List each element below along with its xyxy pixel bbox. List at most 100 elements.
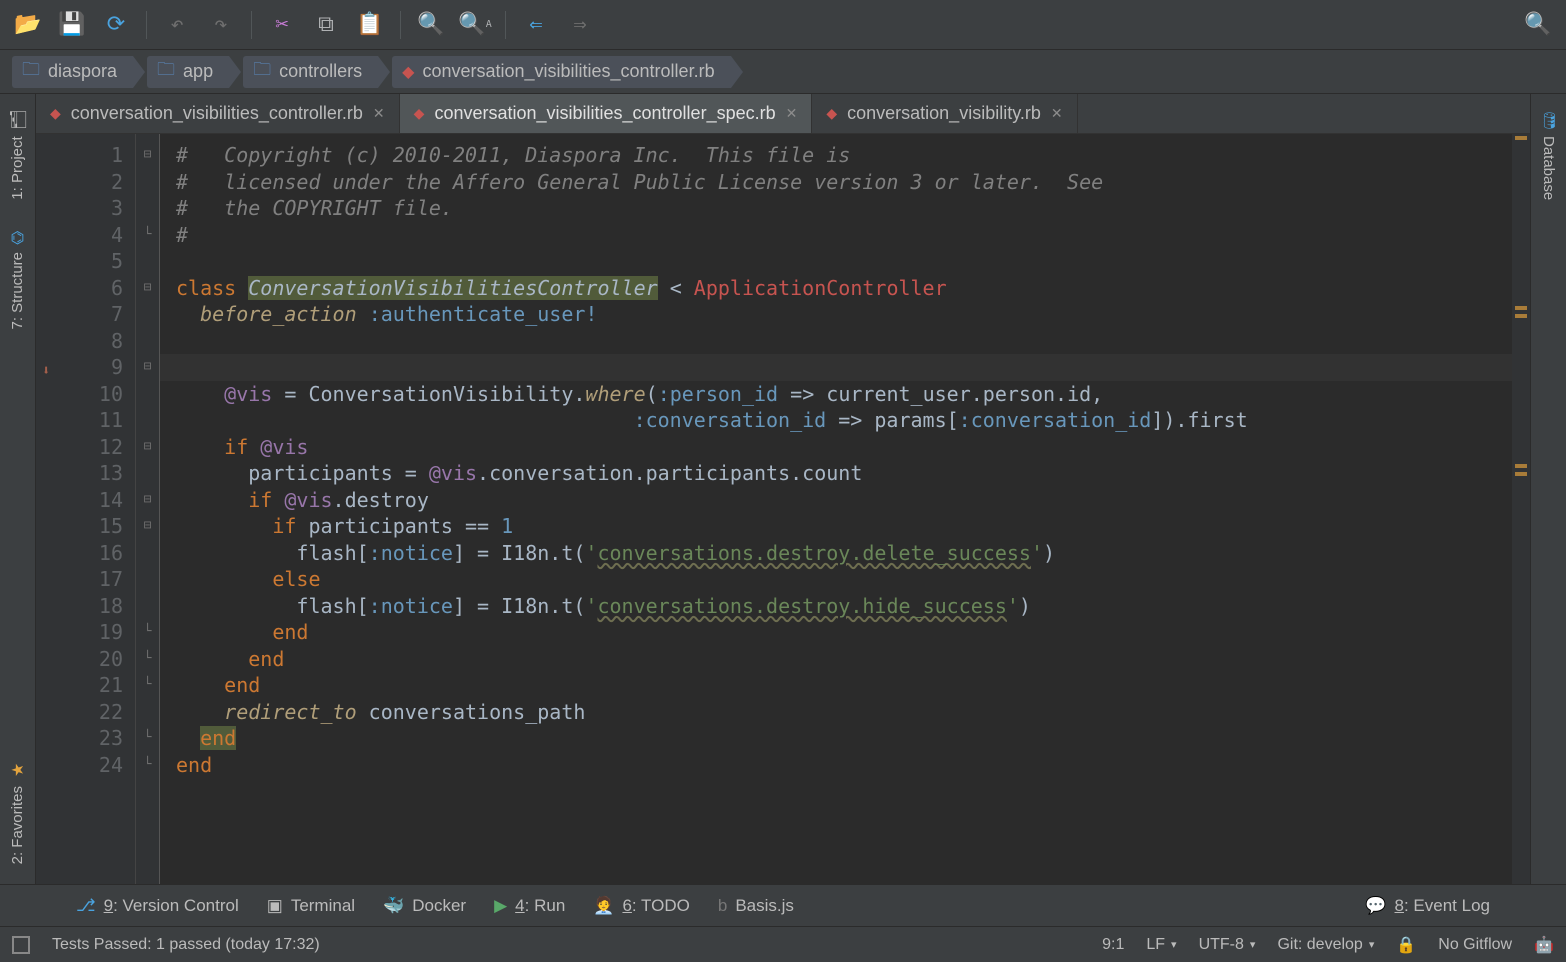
fold-marker-icon[interactable]: ⊟	[136, 513, 159, 540]
star-icon: ★	[8, 761, 27, 780]
btab-label: 9: Version Control	[104, 896, 239, 916]
file-encoding[interactable]: UTF-8▾	[1199, 936, 1256, 954]
stripe-mark[interactable]	[1515, 464, 1527, 468]
tool-database[interactable]: 🛢 Database	[1535, 102, 1562, 209]
caret-position[interactable]: 9:1	[1102, 936, 1124, 954]
fold-marker-icon[interactable]: └	[136, 222, 159, 249]
forward-icon[interactable]: ⇒	[560, 5, 600, 45]
code-line[interactable]: before_action :authenticate_user!	[176, 301, 1512, 328]
fold-gutter: ⊟└⊟⊟⊟⊟⊟└└└└└	[136, 134, 160, 884]
tool-basis[interactable]: b Basis.js	[718, 896, 794, 916]
code-line[interactable]: class ConversationVisibilitiesController…	[176, 275, 1512, 302]
fold-marker-icon[interactable]: ⊟	[136, 142, 159, 169]
ide-mascot-icon[interactable]: 🤖	[1534, 935, 1554, 955]
line-separator[interactable]: LF▾	[1146, 936, 1176, 954]
fold-marker-icon[interactable]: └	[136, 619, 159, 646]
fold-marker-icon[interactable]: └	[136, 672, 159, 699]
editor-tab[interactable]: ◆ conversation_visibilities_controller.r…	[36, 94, 400, 133]
chat-icon: 💬	[1365, 896, 1386, 916]
code-line[interactable]	[176, 328, 1512, 355]
stripe-mark[interactable]	[1515, 472, 1527, 476]
code-line[interactable]: flash[:notice] = I18n.t('conversations.d…	[176, 593, 1512, 620]
tool-window-toggle-icon[interactable]	[12, 936, 30, 954]
code-line[interactable]: end	[176, 672, 1512, 699]
code-line[interactable]: end	[176, 619, 1512, 646]
gitflow-status[interactable]: No Gitflow	[1438, 936, 1512, 954]
back-icon[interactable]: ⇐	[516, 5, 556, 45]
basis-icon: b	[718, 896, 727, 916]
stripe-mark[interactable]	[1515, 314, 1527, 318]
error-stripe[interactable]	[1512, 134, 1530, 884]
sidebar-label: 2: Favorites	[9, 786, 26, 864]
code-line[interactable]: participants = @vis.conversation.partici…	[176, 460, 1512, 487]
editor-tab[interactable]: ◆ conversation_visibility.rb ✕	[812, 94, 1077, 133]
global-search-icon[interactable]: 🔍	[1518, 5, 1558, 45]
docker-icon: 🐳	[383, 896, 404, 916]
database-icon: 🛢	[1539, 110, 1558, 130]
fold-marker-icon[interactable]: └	[136, 646, 159, 673]
code-line[interactable]: #	[176, 222, 1512, 249]
fold-marker-icon[interactable]: └	[136, 752, 159, 779]
editor-tab[interactable]: ◆ conversation_visibilities_controller_s…	[400, 94, 813, 133]
fold-marker-icon[interactable]: └	[136, 725, 159, 752]
fold-marker-icon[interactable]: ⊟	[136, 275, 159, 302]
fold-marker-icon[interactable]: ⊟	[136, 354, 159, 381]
code-line[interactable]: if participants == 1	[176, 513, 1512, 540]
tool-docker[interactable]: 🐳 Docker	[383, 896, 466, 916]
lock-icon[interactable]: 🔒	[1396, 935, 1416, 955]
code-line[interactable]: end	[176, 646, 1512, 673]
code-line[interactable]: :conversation_id => params[:conversation…	[176, 407, 1512, 434]
fold-marker-icon[interactable]: ⊟	[136, 487, 159, 514]
tool-run[interactable]: ▶ 4: Run	[494, 896, 565, 916]
close-icon[interactable]: ✕	[1051, 105, 1063, 122]
tool-todo[interactable]: 🧑‍💼 6: TODO	[593, 896, 690, 916]
terminal-icon: ▣	[267, 896, 283, 916]
code-line[interactable]: else	[176, 566, 1512, 593]
code-line[interactable]: end	[176, 752, 1512, 779]
breadcrumb-item[interactable]: 🗀 controllers	[243, 56, 378, 88]
git-branch[interactable]: Git: develop▾	[1277, 936, 1374, 954]
fold-marker-icon[interactable]: ⊟	[136, 434, 159, 461]
code-line[interactable]: # licensed under the Affero General Publ…	[176, 169, 1512, 196]
close-icon[interactable]: ✕	[373, 105, 385, 122]
code-line[interactable]: if @vis.destroy	[176, 487, 1512, 514]
zoom-icon[interactable]: 🔍	[411, 5, 451, 45]
code-content[interactable]: # Copyright (c) 2010-2011, Diaspora Inc.…	[160, 134, 1512, 884]
sidebar-label: 1: Project	[9, 136, 26, 199]
redo-icon[interactable]: ↷	[201, 5, 241, 45]
code-line[interactable]: @vis = ConversationVisibility.where(:per…	[176, 381, 1512, 408]
copy-icon[interactable]: ⧉	[306, 5, 346, 45]
stripe-mark[interactable]	[1515, 306, 1527, 310]
paste-icon[interactable]: 📋	[350, 5, 390, 45]
sync-icon[interactable]: ⟳	[96, 5, 136, 45]
code-line[interactable]	[176, 248, 1512, 275]
run-icon: ▶	[494, 896, 507, 916]
code-area[interactable]: 123456789⬇101112131415161718192021222324…	[36, 134, 1530, 884]
open-icon[interactable]: 📂	[8, 5, 48, 45]
code-line[interactable]: flash[:notice] = I18n.t('conversations.d…	[176, 540, 1512, 567]
find-icon[interactable]: 🔍A	[455, 5, 495, 45]
tool-structure[interactable]: 7: Structure ⌬	[4, 224, 31, 338]
code-line[interactable]: if @vis	[176, 434, 1512, 461]
breadcrumb-item[interactable]: ◆ conversation_visibilities_controller.r…	[392, 56, 730, 88]
tool-vcs[interactable]: ⎇ 9: Version Control	[76, 896, 239, 916]
branch-icon: ⎇	[76, 896, 96, 916]
tool-project[interactable]: 1: Project 🗂	[4, 102, 31, 208]
folder-icon: 🗀	[157, 57, 175, 87]
close-icon[interactable]: ✕	[786, 105, 798, 122]
breadcrumb-item[interactable]: 🗀 app	[147, 56, 229, 88]
stripe-mark[interactable]	[1515, 136, 1527, 140]
undo-icon[interactable]: ↶	[157, 5, 197, 45]
code-line[interactable]: redirect_to conversations_path	[176, 699, 1512, 726]
save-icon[interactable]: 💾	[52, 5, 92, 45]
ruby-file-icon: ◆	[50, 105, 61, 122]
code-line[interactable]: end	[176, 725, 1512, 752]
tool-favorites[interactable]: 2: Favorites ★	[4, 753, 31, 872]
tool-terminal[interactable]: ▣ Terminal	[267, 896, 355, 916]
code-line[interactable]: # Copyright (c) 2010-2011, Diaspora Inc.…	[176, 142, 1512, 169]
toolbar-separator	[251, 11, 252, 39]
breadcrumb-item[interactable]: 🗀 diaspora	[12, 56, 133, 88]
tool-event-log[interactable]: 💬 8: Event Log	[1365, 896, 1490, 916]
cut-icon[interactable]: ✂	[262, 5, 302, 45]
code-line[interactable]: # the COPYRIGHT file.	[176, 195, 1512, 222]
